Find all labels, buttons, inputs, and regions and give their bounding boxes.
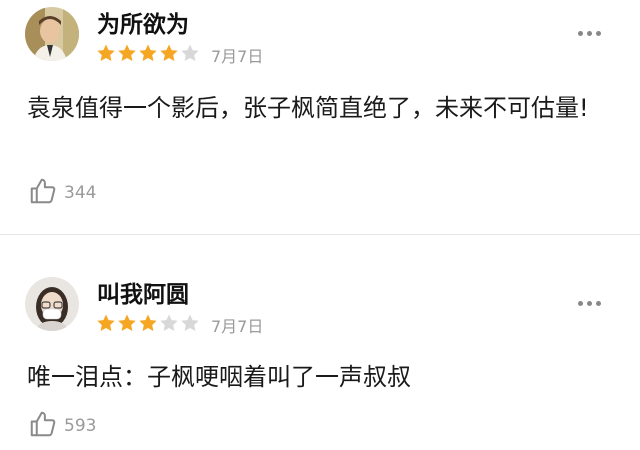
- star-filled-icon: [118, 314, 136, 331]
- user-avatar[interactable]: [25, 7, 79, 61]
- more-dots-icon[interactable]: [578, 31, 601, 36]
- thumbs-up-icon: [28, 409, 58, 443]
- star-filled-icon: [97, 314, 115, 331]
- like-count: 593: [64, 416, 97, 436]
- star-filled-icon: [118, 44, 136, 61]
- thumbs-up-icon: [28, 176, 58, 210]
- star-filled-icon: [160, 44, 178, 61]
- like-button[interactable]: 593: [28, 409, 96, 443]
- more-dots-icon[interactable]: [578, 301, 601, 306]
- review-content: 唯一泪点：子枫哽咽着叫了一声叔叔: [27, 363, 411, 391]
- star-empty-icon: [181, 314, 199, 331]
- star-filled-icon: [139, 314, 157, 331]
- user-avatar[interactable]: [25, 277, 79, 331]
- review-card: 为所欲为 7月7日 袁泉值得一个影后，张子枫简直绝了，未来不可估量! 344: [0, 0, 640, 234]
- review-card: 叫我阿圆 7月7日 唯一泪点：子枫哽咽着叫了一声叔叔 593: [0, 235, 640, 450]
- username[interactable]: 叫我阿圆: [97, 275, 189, 309]
- review-content: 袁泉值得一个影后，张子枫简直绝了，未来不可估量!: [27, 94, 589, 122]
- review-date: 7月7日: [211, 317, 264, 336]
- star-rating: [96, 43, 200, 63]
- star-empty-icon: [181, 44, 199, 61]
- star-filled-icon: [97, 44, 115, 61]
- username[interactable]: 为所欲为: [97, 5, 189, 39]
- star-empty-icon: [160, 314, 178, 331]
- like-count: 344: [64, 183, 97, 203]
- star-rating: [96, 313, 200, 333]
- review-date: 7月7日: [211, 47, 264, 66]
- star-filled-icon: [139, 44, 157, 61]
- like-button[interactable]: 344: [28, 176, 96, 210]
